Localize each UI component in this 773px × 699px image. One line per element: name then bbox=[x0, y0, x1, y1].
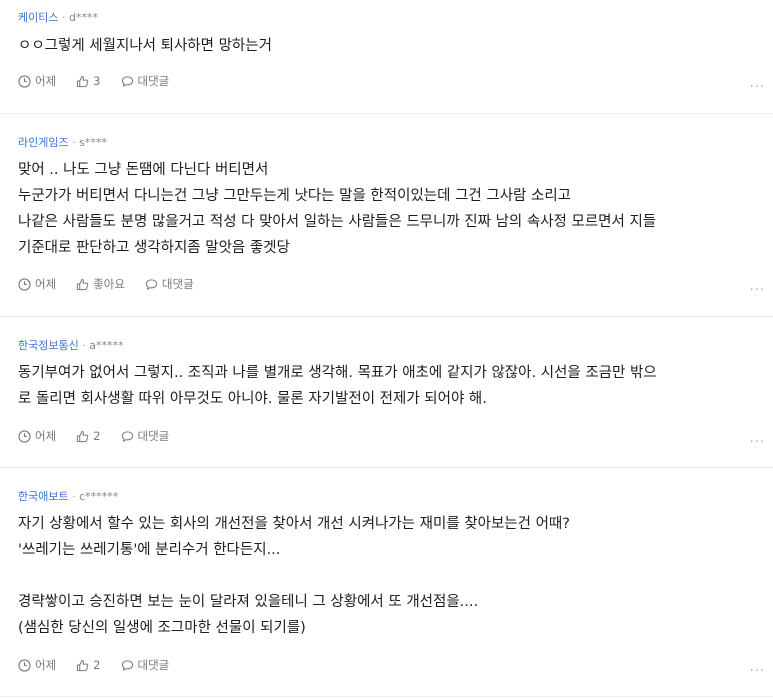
speech-bubble-icon bbox=[145, 278, 158, 290]
comment-actions: 어제 2 대댓글 bbox=[18, 657, 189, 673]
comment-line: 경략쌓이고 승진하면 보는 눈이 달라져 있을테니 그 상황에서 또 개선점을.… bbox=[18, 594, 479, 610]
user-id: s**** bbox=[79, 136, 107, 149]
time-label: 어제 bbox=[35, 429, 57, 443]
like-button[interactable]: 3 bbox=[76, 74, 101, 88]
time-label: 어제 bbox=[35, 277, 57, 291]
comment-item: 케이티스 · d**** ㅇㅇ그렇게 세월지나서 퇴사하면 망하는거 어제 3 … bbox=[0, 0, 773, 114]
reply-label: 대댓글 bbox=[137, 74, 170, 88]
comment-header: 한국정보통신 · a***** bbox=[18, 317, 755, 353]
more-options-button[interactable]: ... bbox=[750, 76, 765, 91]
reply-label: 대댓글 bbox=[161, 277, 194, 291]
comment-line: 맞어 .. 나도 그냥 돈땜에 다닌다 버티면서 bbox=[18, 162, 269, 178]
comment-line: 로 돌리면 회사생활 따위 아무것도 아니야. 물론 자기발전이 전제가 되어야… bbox=[18, 391, 487, 407]
reply-label: 대댓글 bbox=[137, 429, 170, 443]
comment-item: 라인게임즈 · s**** 맞어 .. 나도 그냥 돈땜에 다닌다 버티면서 누… bbox=[0, 114, 773, 317]
like-count: 2 bbox=[93, 658, 101, 672]
reply-button[interactable]: 대댓글 bbox=[121, 657, 170, 673]
comment-line: ㅇㅇ그렇게 세월지나서 퇴사하면 망하는거 bbox=[18, 38, 272, 54]
clock-icon bbox=[18, 277, 31, 291]
time-stamp: 어제 bbox=[18, 657, 56, 673]
company-name[interactable]: 라인게임즈 bbox=[18, 136, 69, 149]
like-count: 좋아요 bbox=[93, 277, 125, 291]
separator: · bbox=[72, 490, 76, 503]
clock-icon bbox=[18, 658, 31, 672]
like-count: 2 bbox=[93, 429, 101, 443]
comment-line: 자기 상황에서 할수 있는 회사의 개선전을 찾아서 개선 시켜나가는 재미를 … bbox=[18, 516, 570, 532]
user-id: d**** bbox=[68, 11, 98, 24]
time-label: 어제 bbox=[35, 658, 57, 672]
speech-bubble-icon bbox=[121, 75, 133, 87]
like-count: 3 bbox=[93, 74, 101, 88]
separator: · bbox=[72, 136, 76, 149]
comment-actions: 어제 3 대댓글 bbox=[18, 73, 189, 89]
speech-bubble-icon bbox=[121, 430, 133, 442]
comment-header: 케이티스 · d**** bbox=[18, 0, 755, 25]
thumbs-up-icon bbox=[77, 659, 89, 671]
time-stamp: 어제 bbox=[18, 428, 56, 444]
reply-button[interactable]: 대댓글 bbox=[145, 276, 194, 292]
separator: · bbox=[82, 339, 86, 352]
separator: · bbox=[61, 11, 66, 24]
comment-line: (샘심한 당신의 일생에 조그마한 선물이 되기를) bbox=[18, 620, 306, 636]
comment-item: 한국애보트 · c****** 자기 상황에서 할수 있는 회사의 개선전을 찾… bbox=[0, 468, 773, 697]
more-options-button[interactable]: ... bbox=[750, 431, 765, 446]
comment-actions: 어제 좋아요 대댓글 bbox=[18, 276, 214, 292]
more-options-button[interactable]: ... bbox=[750, 660, 765, 675]
company-name[interactable]: 한국정보통신 bbox=[18, 339, 79, 352]
comment-line: 기준대로 판단하고 생각하지좀 말앗음 좋겟당 bbox=[18, 240, 290, 256]
time-stamp: 어제 bbox=[18, 73, 56, 89]
comment-line: 동기부여가 없어서 그렇지.. 조직과 나를 별개로 생각해. 목표가 애초에 … bbox=[18, 365, 657, 381]
comment-line bbox=[18, 563, 755, 589]
thumbs-up-icon bbox=[77, 430, 89, 442]
company-name[interactable]: 한국애보트 bbox=[18, 490, 69, 503]
thumbs-up-icon bbox=[77, 75, 89, 87]
comment-actions: 어제 2 대댓글 bbox=[18, 428, 189, 444]
user-id: c****** bbox=[79, 490, 119, 503]
comment-item: 한국정보통신 · a***** 동기부여가 없어서 그렇지.. 조직과 나를 별… bbox=[0, 317, 773, 468]
reply-button[interactable]: 대댓글 bbox=[121, 73, 170, 89]
speech-bubble-icon bbox=[121, 659, 133, 671]
comment-body: 맞어 .. 나도 그냥 돈땜에 다닌다 버티면서 누군가가 버티면서 다니는건 … bbox=[18, 157, 755, 261]
comment-line: 누군가가 버티면서 다니는건 그냥 그만두는게 낫다는 말을 한적이있는데 그건… bbox=[18, 188, 572, 204]
clock-icon bbox=[18, 429, 31, 443]
time-label: 어제 bbox=[35, 74, 57, 88]
comment-body: 자기 상황에서 할수 있는 회사의 개선전을 찾아서 개선 시켜나가는 재미를 … bbox=[18, 511, 755, 641]
like-button[interactable]: 2 bbox=[76, 429, 101, 443]
comment-header: 라인게임즈 · s**** bbox=[18, 114, 755, 150]
thumbs-up-icon bbox=[77, 278, 89, 290]
comment-body: ㅇㅇ그렇게 세월지나서 퇴사하면 망하는거 bbox=[18, 33, 755, 59]
time-stamp: 어제 bbox=[18, 276, 56, 292]
clock-icon bbox=[18, 74, 31, 88]
user-id: a***** bbox=[89, 339, 124, 352]
like-button[interactable]: 2 bbox=[76, 658, 101, 672]
comment-body: 동기부여가 없어서 그렇지.. 조직과 나를 별개로 생각해. 목표가 애초에 … bbox=[18, 360, 755, 412]
more-options-button[interactable]: ... bbox=[750, 279, 765, 294]
comment-line: '쓰레기는 쓰레기통'에 분리수거 한다든지... bbox=[18, 542, 281, 558]
comment-header: 한국애보트 · c****** bbox=[18, 468, 755, 504]
reply-button[interactable]: 대댓글 bbox=[121, 428, 170, 444]
comment-line: 나같은 사람들도 분명 많을거고 적성 다 맞아서 일하는 사람들은 드무니까 … bbox=[18, 214, 657, 230]
reply-label: 대댓글 bbox=[137, 658, 170, 672]
company-name[interactable]: 케이티스 bbox=[18, 11, 58, 24]
like-button[interactable]: 좋아요 bbox=[76, 276, 125, 292]
